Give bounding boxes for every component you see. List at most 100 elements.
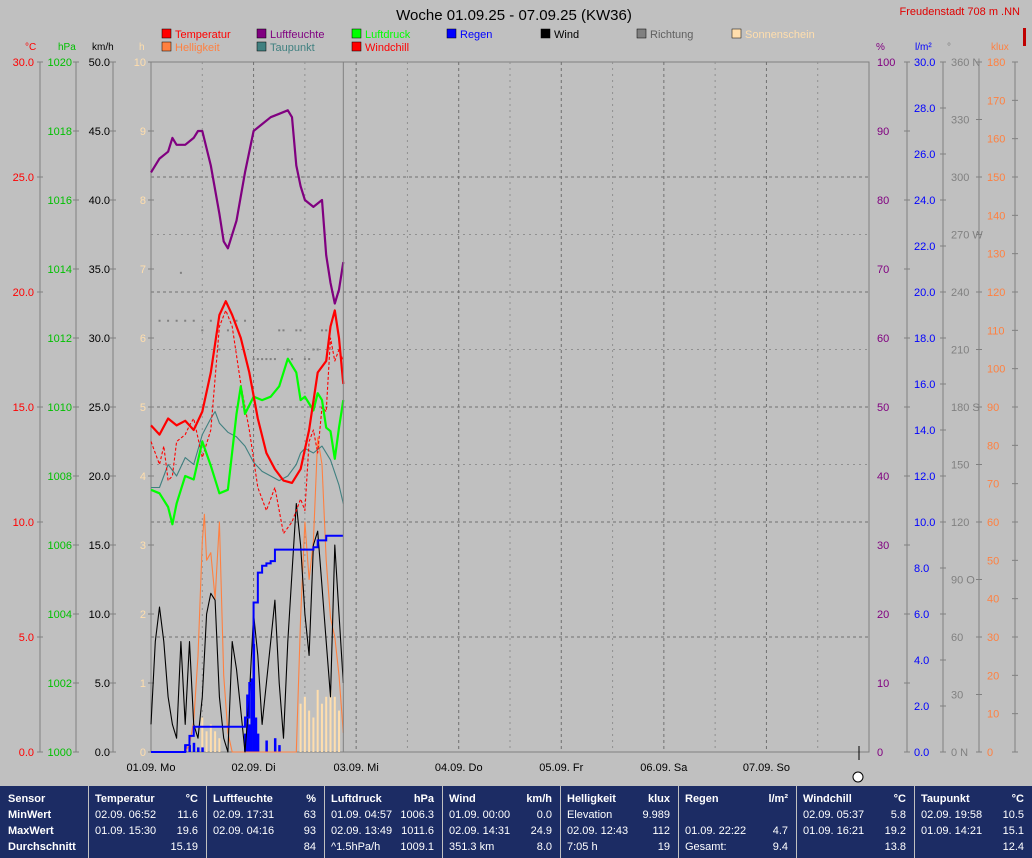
stats-cell-value: 8.0 <box>536 841 552 853</box>
sunshine-bar <box>320 703 323 752</box>
corner-marker <box>1023 28 1026 46</box>
dir-tick-label: 0 N <box>951 747 968 759</box>
stats-cell-value: 9.989 <box>642 809 670 821</box>
press-tick-label: 1000 <box>48 747 72 759</box>
lux-tick-label: 130 <box>987 249 1005 261</box>
stats-header-sensor: Sensor <box>8 793 46 805</box>
sunshine-bar <box>201 717 204 752</box>
dir-tick-label: 180 S <box>951 402 980 414</box>
hum-tick-label: 70 <box>877 264 889 276</box>
dir-tick-label: 210 <box>951 345 969 357</box>
legend-swatch <box>256 41 267 52</box>
dir-tick-label: 360 N <box>951 57 980 69</box>
legend-label: Temperatur <box>175 29 231 41</box>
lux-tick-label: 90 <box>987 402 999 414</box>
direction-point <box>303 358 306 361</box>
sunshine-bar <box>333 696 336 752</box>
grid <box>151 62 869 752</box>
wind-axis-unit: km/h <box>92 42 114 53</box>
stats-column-unit: klux <box>647 793 670 805</box>
stats-cell-detail: 02.09. 19:58 <box>921 809 983 821</box>
sunshine-bar <box>303 696 306 752</box>
stats-cell-detail: 02.09. 12:43 <box>567 825 629 837</box>
wind-tick-label: 50.0 <box>89 57 110 69</box>
stats-column-unit: l/m² <box>768 793 788 805</box>
direction-point <box>218 348 221 351</box>
direction-point <box>269 358 272 361</box>
legend-swatch <box>731 28 742 39</box>
sun-tick-label: 9 <box>140 126 146 138</box>
hum-tick-label: 80 <box>877 195 889 207</box>
press-tick-label: 1018 <box>48 126 72 138</box>
stats-column-unit: km/h <box>526 793 552 805</box>
lux-tick-label: 20 <box>987 670 999 682</box>
direction-point <box>273 358 276 361</box>
direction-point <box>244 319 247 322</box>
wind-tick-label: 25.0 <box>89 402 110 414</box>
direction-point <box>295 329 298 332</box>
stats-column-name: Taupunkt <box>921 793 970 805</box>
stats-column-name: Helligkeit <box>567 793 616 805</box>
series-line-temperatur <box>150 300 345 484</box>
rain-tick-label: 12.0 <box>914 471 935 483</box>
hum-tick-label: 40 <box>877 471 889 483</box>
stats-column-unit: hPa <box>413 793 434 805</box>
wind-tick-label: 10.0 <box>89 609 110 621</box>
direction-point <box>184 319 187 322</box>
stats-column-temperatur: Temperatur °C 02.09. 06:52 11.6 01.09. 15:30… <box>88 786 206 858</box>
wind-tick-label: 0.0 <box>95 747 110 759</box>
stats-cell-detail: ^1.5hPa/h <box>331 841 381 853</box>
stats-cell-detail: 02.09. 04:16 <box>213 825 275 837</box>
sunshine-bar <box>316 689 319 752</box>
rain-tick-label: 2.0 <box>914 701 929 713</box>
temp-tick-label: 0.0 <box>19 747 34 759</box>
direction-point <box>278 329 281 332</box>
wind-tick-label: 20.0 <box>89 471 110 483</box>
stats-cell-detail: 01.09. 04:57 <box>331 809 393 821</box>
dir-tick-label: 150 <box>951 460 969 472</box>
stats-row-label: MinWert <box>8 809 52 821</box>
temp-axis-unit: °C <box>25 42 36 53</box>
press-tick-label: 1012 <box>48 333 72 345</box>
x-tick-label: 06.09. Sa <box>640 762 688 774</box>
stats-column-luftfeuchte: Luftfeuchte% 02.09. 17:31 63 02.09. 04:16 93… <box>206 786 324 858</box>
stats-column-name: Windchill <box>803 793 852 805</box>
stats-row-label: MaxWert <box>8 825 54 837</box>
direction-point <box>265 358 268 361</box>
lux-tick-label: 180 <box>987 57 1005 69</box>
wind-tick-label: 15.0 <box>89 540 110 552</box>
legend-swatch <box>636 28 647 39</box>
stats-column-unit: °C <box>185 793 198 805</box>
stats-cell-value: 5.8 <box>890 809 906 821</box>
x-tick-label: 07.09. So <box>743 762 790 774</box>
sun-tick-label: 7 <box>140 264 146 276</box>
stats-column-helligkeit: Helligkeit klux Elevation 9.989 02.09. 12:43… <box>560 786 678 858</box>
sunshine-bar <box>218 738 221 752</box>
direction-point <box>158 319 161 322</box>
sun-tick-label: 6 <box>140 333 146 345</box>
stats-cell-value: 19 <box>657 841 670 853</box>
press-tick-label: 1016 <box>48 195 72 207</box>
legend-swatch <box>161 41 172 52</box>
press-tick-label: 1020 <box>48 57 72 69</box>
sun-tick-label: 1 <box>140 678 146 690</box>
wind-tick-label: 35.0 <box>89 264 110 276</box>
lux-tick-label: 80 <box>987 440 999 452</box>
legend-label: Taupunkt <box>270 42 315 54</box>
stats-cell-detail: 02.09. 06:52 <box>95 809 157 821</box>
legend-label: Richtung <box>650 29 693 41</box>
rain-tick-label: 14.0 <box>914 425 935 437</box>
x-tick-label: 03.09. Mi <box>334 762 379 774</box>
stats-cell-value: 12.4 <box>1002 841 1024 853</box>
stats-cell-value: 11.6 <box>177 809 198 821</box>
direction-point <box>291 358 294 361</box>
hum-tick-label: 50 <box>877 402 889 414</box>
rain-tick-label: 30.0 <box>914 57 935 69</box>
lux-tick-label: 50 <box>987 555 999 567</box>
direction-point <box>320 329 323 332</box>
series-line-luftfeuchte <box>150 109 345 305</box>
stats-cell-value: 1009.1 <box>400 841 434 853</box>
stats-column-name: Luftfeuchte <box>213 793 273 805</box>
direction-point <box>316 348 319 351</box>
stats-cell-value: 63 <box>303 809 316 821</box>
